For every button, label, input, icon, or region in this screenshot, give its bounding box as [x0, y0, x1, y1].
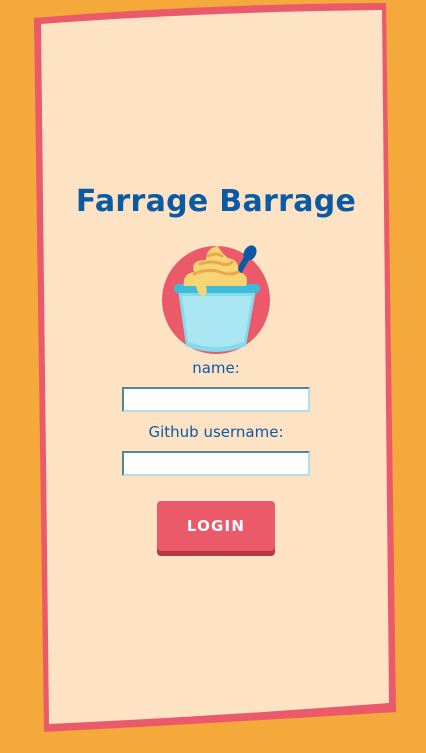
github-username-label: Github username:: [148, 423, 284, 441]
login-button[interactable]: LOGIN: [157, 501, 275, 551]
name-label: name:: [192, 359, 240, 377]
github-username-input[interactable]: [122, 451, 310, 476]
ice-cream-cup-icon: [162, 245, 270, 354]
name-input[interactable]: [122, 387, 310, 412]
page-title: Farrage Barrage: [75, 184, 357, 219]
login-panel: Farrage Barrage name: Github username: L…: [0, 0, 426, 753]
